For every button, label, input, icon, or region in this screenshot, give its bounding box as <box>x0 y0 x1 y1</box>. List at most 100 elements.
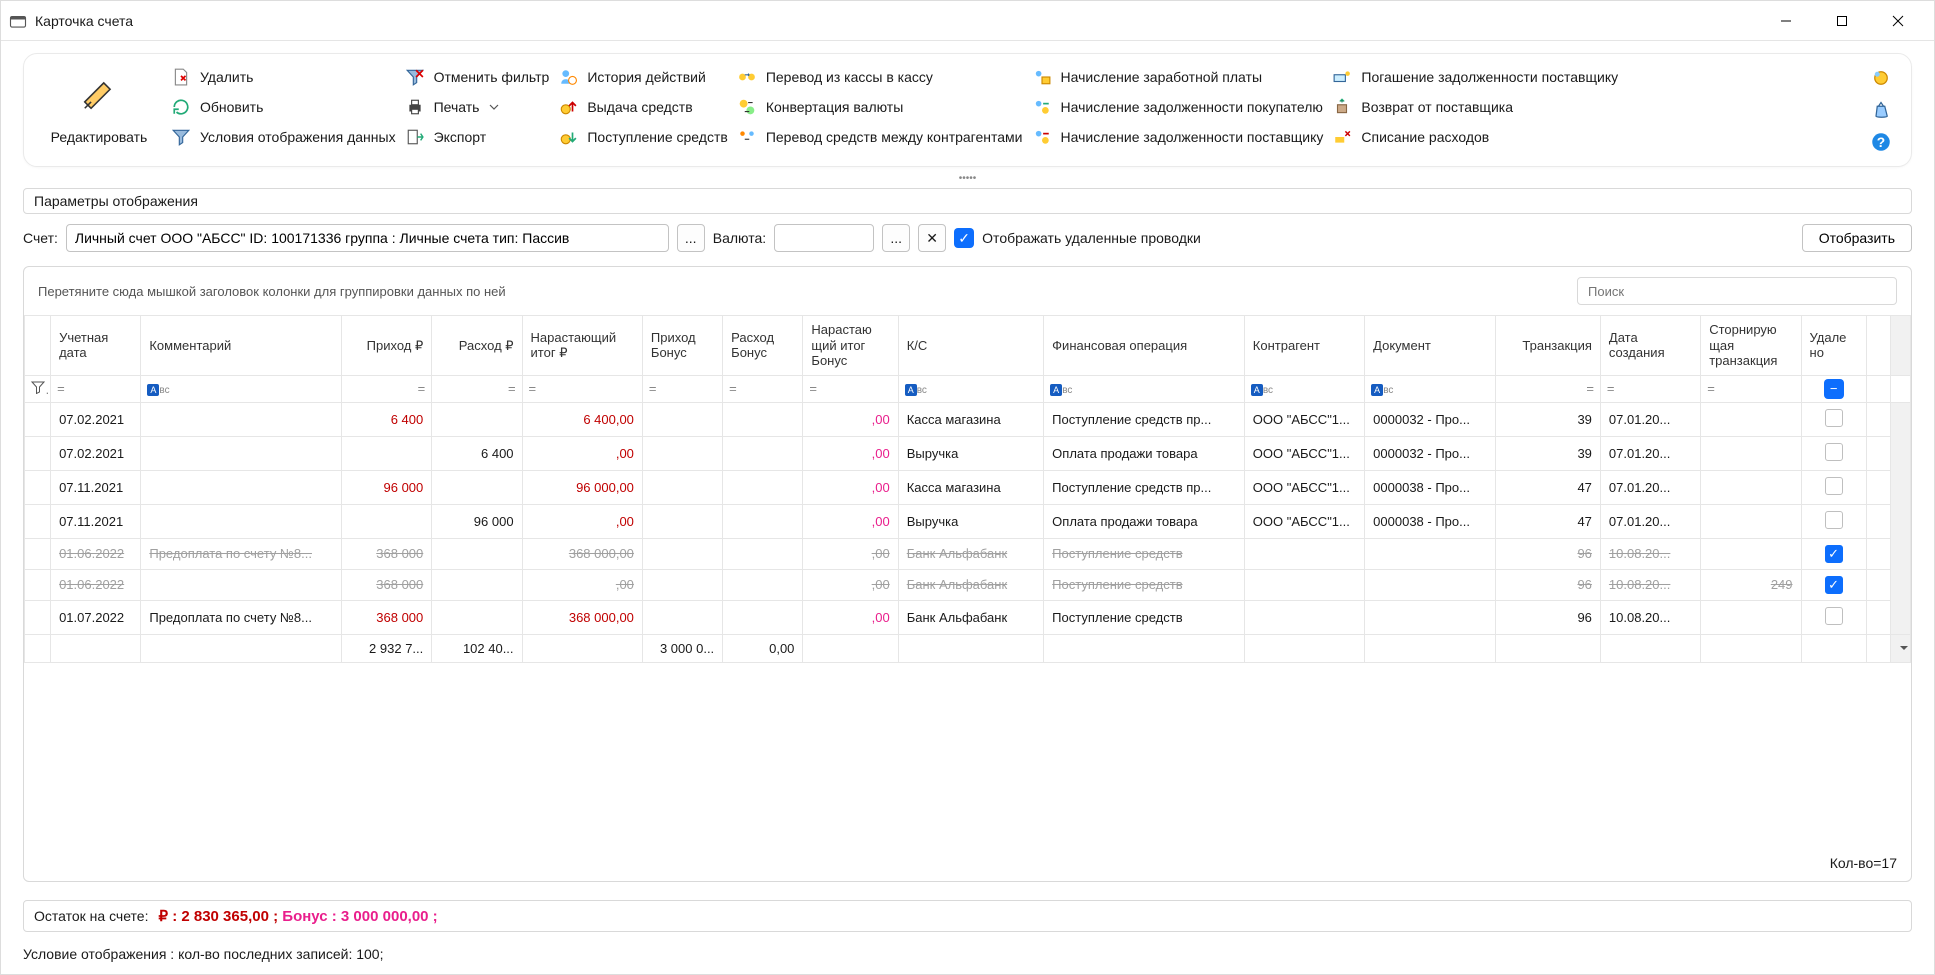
totals-row: 2 932 7... 102 40... 3 000 0... 0,00 <box>25 634 1911 662</box>
help-icon[interactable]: ? <box>1871 132 1891 152</box>
col-date[interactable]: Учетная дата <box>51 316 141 376</box>
svg-text:?: ? <box>1877 135 1885 150</box>
currency-label: Валюта: <box>713 230 766 246</box>
col-created[interactable]: Дата создания <box>1600 316 1700 376</box>
col-tx[interactable]: Транзакция <box>1495 316 1600 376</box>
page-x-icon <box>172 68 190 86</box>
window-title: Карточка счета <box>35 13 1758 29</box>
display-conditions-button[interactable]: Условия отображения данных <box>172 128 396 146</box>
person-clock-icon <box>559 68 577 86</box>
col-deleted[interactable]: Удале но <box>1801 316 1866 376</box>
col-ks[interactable]: К/С <box>898 316 1043 376</box>
edit-button[interactable]: Редактировать <box>44 68 154 152</box>
account-browse-button[interactable]: ... <box>677 224 705 252</box>
col-doc[interactable]: Документ <box>1365 316 1495 376</box>
balance-bar: Остаток на счете: ₽ : 2 830 365,00 ; Бон… <box>23 900 1912 932</box>
refresh-icon <box>172 98 190 116</box>
transfer-icon <box>738 68 756 86</box>
resize-grip[interactable]: ••••• <box>23 173 1912 184</box>
cash-transfer-button[interactable]: Перевод из кассы в кассу <box>738 68 1023 86</box>
window: Карточка счета Редактировать Удалить Обн… <box>0 0 1935 975</box>
search-input[interactable] <box>1577 277 1897 305</box>
table-row[interactable]: 07.11.202196 000,00,00ВыручкаОплата прод… <box>25 504 1911 538</box>
scroll-down-icon[interactable] <box>1899 643 1909 653</box>
table-row[interactable]: 01.06.2022Предоплата по счету №8... 368 … <box>25 538 1911 569</box>
close-button[interactable] <box>1870 1 1926 41</box>
supplier-return-button[interactable]: Возврат от поставщика <box>1333 98 1618 116</box>
scrollbar[interactable] <box>1890 402 1910 634</box>
titlebar: Карточка счета <box>1 1 1934 41</box>
pay-supplier-icon <box>1333 68 1351 86</box>
show-deleted-label: Отображать удаленные проводки <box>982 230 1201 246</box>
params-row: Счет: ... Валюта: ... ✕ ✓ Отображать уда… <box>23 224 1912 252</box>
data-table: Учетная дата Комментарий Приход ₽ Расход… <box>24 315 1911 663</box>
funnel-x-icon <box>406 68 424 86</box>
table-row[interactable]: 07.02.20216 4006 400,00,00Касса магазина… <box>25 402 1911 436</box>
currency-input[interactable] <box>774 224 874 252</box>
pencil-icon <box>80 75 118 113</box>
group-hint: Перетяните сюда мышкой заголовок колонки… <box>38 284 506 299</box>
currency-browse-button[interactable]: ... <box>882 224 910 252</box>
deposit-button[interactable]: Поступление средств <box>559 128 727 146</box>
currency-convert-button[interactable]: Конвертация валюты <box>738 98 1023 116</box>
delete-button[interactable]: Удалить <box>172 68 396 86</box>
convert-icon <box>738 98 756 116</box>
export-button[interactable]: Экспорт <box>406 128 550 146</box>
table-row[interactable]: 01.06.2022 368 000 ,00 ,00Банк Альфабанк… <box>25 569 1911 600</box>
col-cp[interactable]: Контрагент <box>1244 316 1364 376</box>
salary-icon <box>1033 68 1051 86</box>
col-running[interactable]: Нарастающий итог ₽ <box>522 316 642 376</box>
balance-label: Остаток на счете: <box>34 908 148 924</box>
col-expense[interactable]: Расход ₽ <box>432 316 522 376</box>
col-comment[interactable]: Комментарий <box>141 316 342 376</box>
table-row[interactable]: 01.07.2022Предоплата по счету №8...368 0… <box>25 600 1911 634</box>
account-label: Счет: <box>23 230 58 246</box>
withdraw-button[interactable]: Выдача средств <box>559 98 727 116</box>
filter-row[interactable]: = Aвс ====== Aвс Aвс Aвс Aвс === − <box>25 375 1911 402</box>
minimize-button[interactable] <box>1758 1 1814 41</box>
show-deleted-checkbox[interactable]: ✓ <box>954 228 974 248</box>
money-down-icon <box>559 128 577 146</box>
header-row: Учетная дата Комментарий Приход ₽ Расход… <box>25 316 1911 376</box>
print-button[interactable]: Печать <box>406 98 550 116</box>
supplier-debt-button[interactable]: Начисление задолженности поставщику <box>1033 128 1324 146</box>
col-finop[interactable]: Финансовая операция <box>1044 316 1245 376</box>
customer-debt-button[interactable]: Начисление задолженности покупателю <box>1033 98 1324 116</box>
table-row[interactable]: 07.11.202196 00096 000,00,00Касса магази… <box>25 470 1911 504</box>
export-icon <box>406 128 424 146</box>
money-bag-icon[interactable] <box>1871 100 1891 120</box>
ribbon: Редактировать Удалить Обновить Условия о… <box>23 53 1912 167</box>
cancel-filter-button[interactable]: Отменить фильтр <box>406 68 550 86</box>
col-income[interactable]: Приход ₽ <box>341 316 431 376</box>
printer-icon <box>406 98 424 116</box>
refresh-button[interactable]: Обновить <box>172 98 396 116</box>
condition-line: Условие отображения : кол-во последних з… <box>23 946 1912 962</box>
col-bonus-in[interactable]: Приход Бонус <box>642 316 722 376</box>
display-button[interactable]: Отобразить <box>1802 224 1912 252</box>
debt-in-icon <box>1033 98 1051 116</box>
table-row[interactable]: 07.02.20216 400,00,00ВыручкаОплата прода… <box>25 436 1911 470</box>
funnel-icon <box>172 128 190 146</box>
currency-clear-button[interactable]: ✕ <box>918 224 946 252</box>
money-up-icon <box>559 98 577 116</box>
supplier-payment-button[interactable]: Погашение задолженности поставщику <box>1333 68 1618 86</box>
col-bonus-run[interactable]: Нарастаю щий итог Бонус <box>803 316 898 376</box>
debt-out-icon <box>1033 128 1051 146</box>
money-group-icon[interactable] <box>1871 68 1891 88</box>
counterparty-transfer-button[interactable]: Перевод средств между контрагентами <box>738 128 1023 146</box>
payroll-button[interactable]: Начисление заработной платы <box>1033 68 1324 86</box>
count-label: Кол-во=17 <box>24 845 1911 881</box>
writeoff-button[interactable]: Списание расходов <box>1333 128 1618 146</box>
people-transfer-icon <box>738 128 756 146</box>
params-header: Параметры отображения <box>23 188 1912 214</box>
col-rev[interactable]: Сторнирую щая транзакция <box>1701 316 1801 376</box>
account-input[interactable] <box>66 224 669 252</box>
balance-rub: ₽ : 2 830 365,00 ; <box>158 908 278 925</box>
filter-funnel-icon[interactable] <box>31 380 45 394</box>
maximize-button[interactable] <box>1814 1 1870 41</box>
col-bonus-out[interactable]: Расход Бонус <box>723 316 803 376</box>
app-icon <box>9 12 27 30</box>
return-icon <box>1333 98 1351 116</box>
history-button[interactable]: История действий <box>559 68 727 86</box>
grid-wrap: Перетяните сюда мышкой заголовок колонки… <box>23 266 1912 882</box>
